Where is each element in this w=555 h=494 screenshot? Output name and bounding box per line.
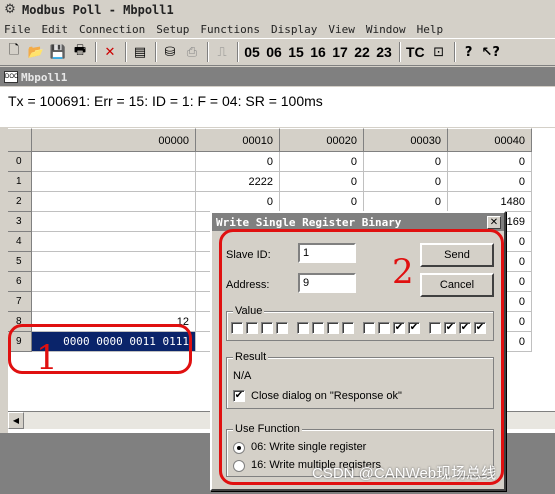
child-title-bar: DOC Mbpoll1 <box>0 68 555 87</box>
title-bar: ⚙ Modbus Poll - Mbpoll1 <box>0 0 555 20</box>
grid-cell[interactable] <box>32 232 196 252</box>
child-window-title: Mbpoll1 <box>21 70 68 84</box>
fc-16-button[interactable]: 16 <box>308 41 328 63</box>
dialog-title: Write Single Register Binary <box>216 215 402 229</box>
grid-cell[interactable] <box>32 152 196 172</box>
tc-button[interactable]: TC <box>404 41 427 63</box>
toolbar-separator <box>155 42 157 62</box>
grid-corner <box>8 128 32 152</box>
status-line: Tx = 100691: Err = 15: ID = 1: F = 04: S… <box>8 93 323 109</box>
read-write-icon[interactable]: ⛁ <box>160 41 180 63</box>
row-header[interactable]: 2 <box>8 192 32 212</box>
close-icon[interactable]: ✕ <box>487 215 501 229</box>
menu-file[interactable]: File <box>4 23 31 36</box>
print-icon[interactable]: 🖶 <box>70 41 90 63</box>
row-header[interactable]: 1 <box>8 172 32 192</box>
toolbar: 🗋 📂 💾 🖶 ✕ ▤ ⛁ ⎙ ⎍ 05 06 15 16 17 22 23 T… <box>0 38 555 66</box>
col-header[interactable]: 00040 <box>448 128 532 152</box>
monitor-icon[interactable]: ⊡ <box>429 41 449 63</box>
grid-cell[interactable]: 0 <box>280 192 364 212</box>
grid-cell[interactable]: 0 <box>364 192 448 212</box>
app-icon: ⚙ <box>4 2 16 17</box>
fc-15-button[interactable]: 15 <box>286 41 306 63</box>
window-icon[interactable]: ▤ <box>130 41 150 63</box>
annotation-circle-2 <box>219 229 504 485</box>
grid-cell[interactable]: 0 <box>448 152 532 172</box>
fc-23-button[interactable]: 23 <box>374 41 394 63</box>
grid-cell[interactable] <box>32 192 196 212</box>
toolbar-separator <box>399 42 401 62</box>
col-header[interactable]: 00010 <box>196 128 280 152</box>
grid-cell[interactable] <box>32 252 196 272</box>
toolbar-separator <box>453 42 456 62</box>
row-header[interactable]: 0 <box>8 152 32 172</box>
menu-display[interactable]: Display <box>271 23 317 36</box>
menu-connection[interactable]: Connection <box>79 23 145 36</box>
fc-17-button[interactable]: 17 <box>330 41 350 63</box>
toolbar-separator <box>207 42 209 62</box>
grid-cell[interactable]: 0 <box>280 152 364 172</box>
col-header[interactable]: 00020 <box>280 128 364 152</box>
menu-window[interactable]: Window <box>366 23 406 36</box>
grid-cell[interactable] <box>32 212 196 232</box>
toolbar-separator <box>237 42 239 62</box>
scroll-left-icon[interactable]: ◀ <box>8 412 24 429</box>
grid-cell[interactable] <box>32 172 196 192</box>
fc-22-button[interactable]: 22 <box>352 41 372 63</box>
open-icon[interactable]: 📂 <box>26 41 46 63</box>
grid-cell[interactable] <box>32 272 196 292</box>
row-header[interactable]: 6 <box>8 272 32 292</box>
toolbar-separator <box>125 42 127 62</box>
grid-cell[interactable]: 0 <box>196 192 280 212</box>
context-help-icon[interactable]: ↖? <box>481 41 501 63</box>
grid-cell[interactable]: 2222 <box>196 172 280 192</box>
toolbar-separator <box>95 42 97 62</box>
window-title: Modbus Poll - Mbpoll1 <box>22 3 174 17</box>
grid-cell[interactable]: 0 <box>364 172 448 192</box>
delete-icon[interactable]: ✕ <box>100 41 120 63</box>
watermark: CSDN @CANWeb现场总线 <box>312 465 497 482</box>
fc-06-button[interactable]: 06 <box>264 41 284 63</box>
menu-edit[interactable]: Edit <box>42 23 69 36</box>
row-header[interactable]: 5 <box>8 252 32 272</box>
status-panel: Tx = 100691: Err = 15: ID = 1: F = 04: S… <box>0 87 555 127</box>
menu-view[interactable]: View <box>328 23 355 36</box>
new-icon[interactable]: 🗋 <box>4 41 24 63</box>
help-icon[interactable]: ? <box>459 41 479 63</box>
doc-icon: DOC <box>4 71 18 83</box>
grid-cell[interactable]: 0 <box>280 172 364 192</box>
menu-bar: File Edit Connection Setup Functions Dis… <box>0 20 555 38</box>
menu-setup[interactable]: Setup <box>156 23 189 36</box>
grid-cell[interactable]: 1480 <box>448 192 532 212</box>
annotation-number-1: 1 <box>36 338 58 378</box>
row-header[interactable]: 7 <box>8 292 32 312</box>
menu-help[interactable]: Help <box>417 23 444 36</box>
grid-cell[interactable] <box>32 292 196 312</box>
row-header[interactable]: 3 <box>8 212 32 232</box>
pulse-icon[interactable]: ⎍ <box>212 41 232 63</box>
col-header[interactable]: 00000 <box>32 128 196 152</box>
menu-functions[interactable]: Functions <box>200 23 260 36</box>
save-icon[interactable]: 💾 <box>48 41 68 63</box>
grid-cell[interactable]: 0 <box>196 152 280 172</box>
grid-cell[interactable]: 0 <box>364 152 448 172</box>
row-header[interactable]: 4 <box>8 232 32 252</box>
annotation-number-2: 2 <box>392 252 414 292</box>
fc-05-button[interactable]: 05 <box>242 41 262 63</box>
print-preview-icon[interactable]: ⎙ <box>182 41 202 63</box>
col-header[interactable]: 00030 <box>364 128 448 152</box>
grid-cell[interactable]: 0 <box>448 172 532 192</box>
